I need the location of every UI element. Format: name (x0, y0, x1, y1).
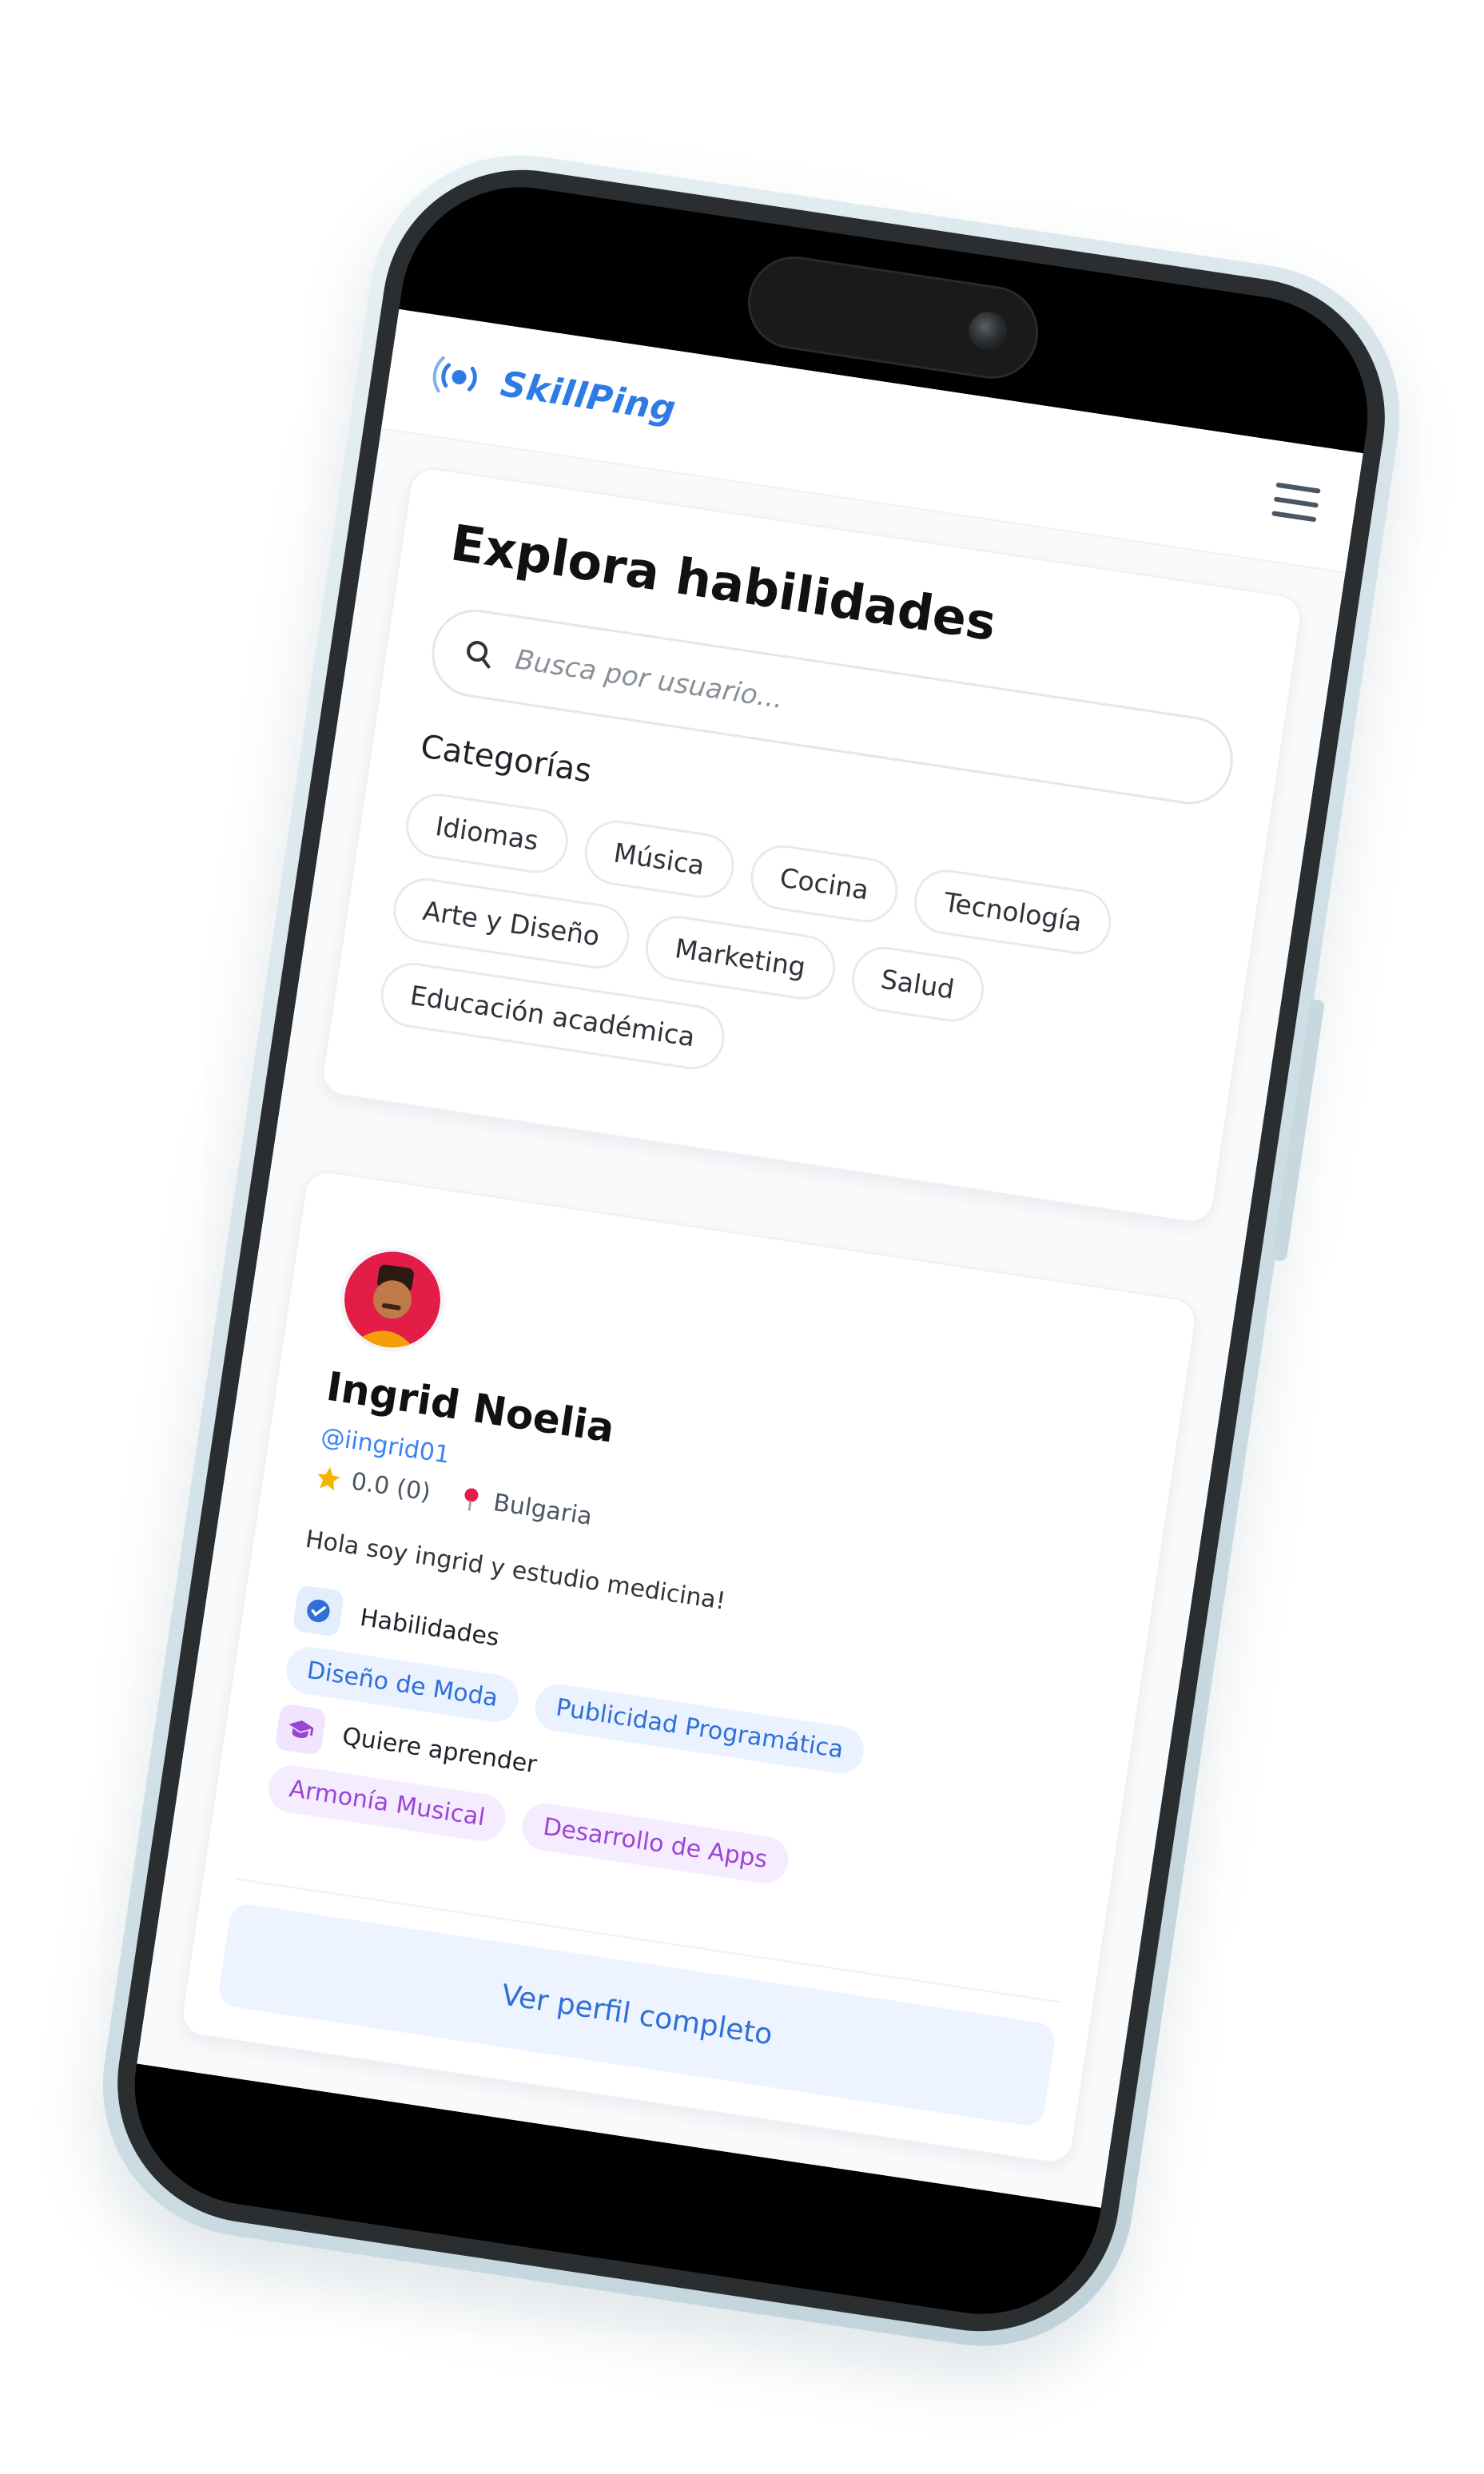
user-card: Ingrid Noelia @iingrid01 0.0 (0) Bulgari… (178, 1167, 1200, 2166)
rating-value: 0.0 (0) (349, 1467, 433, 1507)
category-chip-cocina[interactable]: Cocina (746, 841, 903, 927)
view-profile-button[interactable]: Ver perfil completo (217, 1901, 1057, 2128)
app-screen: SkillPing Explora habilidades Busca por … (137, 308, 1363, 2208)
signal-ping-icon (432, 356, 477, 393)
categories-heading: Categorías (418, 728, 595, 790)
learn-tag[interactable]: Desarrollo de Apps (519, 1800, 792, 1887)
user-avatar-icon (344, 1251, 441, 1352)
hamburger-menu-icon[interactable] (1271, 482, 1321, 524)
graduation-cap-icon (274, 1703, 328, 1756)
search-input[interactable] (511, 642, 1156, 772)
category-chips: Idiomas Música Cocina Tecnología Arte y … (373, 789, 1223, 1164)
teaches-label: Habilidades (358, 1603, 502, 1652)
category-chip-tecnologia[interactable]: Tecnología (910, 865, 1116, 959)
star-icon (317, 1466, 340, 1490)
category-chip-arte-diseno[interactable]: Arte y Diseño (388, 873, 634, 973)
explore-card: Explora habilidades Categorías Idiomas M… (319, 464, 1305, 1226)
stage: SkillPing Explora habilidades Busca por … (0, 0, 1484, 2474)
category-chip-salud[interactable]: Salud (847, 942, 989, 1026)
search-icon (467, 641, 491, 669)
category-chip-marketing[interactable]: Marketing (641, 911, 840, 1004)
avatar[interactable] (333, 1240, 452, 1359)
phone-bezel: SkillPing Explora habilidades Busca por … (118, 170, 1384, 2331)
phone-mockup: SkillPing Explora habilidades Busca por … (82, 134, 1421, 2367)
location-pin-icon (464, 1487, 479, 1511)
category-chip-idiomas[interactable]: Idiomas (401, 789, 573, 877)
brand-logo[interactable]: SkillPing (428, 345, 680, 437)
brand-name: SkillPing (498, 363, 679, 430)
dynamic-island (741, 250, 1045, 385)
location-text: Bulgaria (491, 1489, 595, 1532)
rating-location-row: 0.0 (0) Bulgaria (313, 1462, 594, 1531)
verified-badge-icon (292, 1584, 345, 1637)
category-chip-musica[interactable]: Música (579, 816, 738, 903)
skill-tag[interactable]: Publicidad Programática (531, 1680, 868, 1777)
camera-icon (966, 308, 1010, 353)
user-handle: @iingrid01 (319, 1422, 452, 1470)
